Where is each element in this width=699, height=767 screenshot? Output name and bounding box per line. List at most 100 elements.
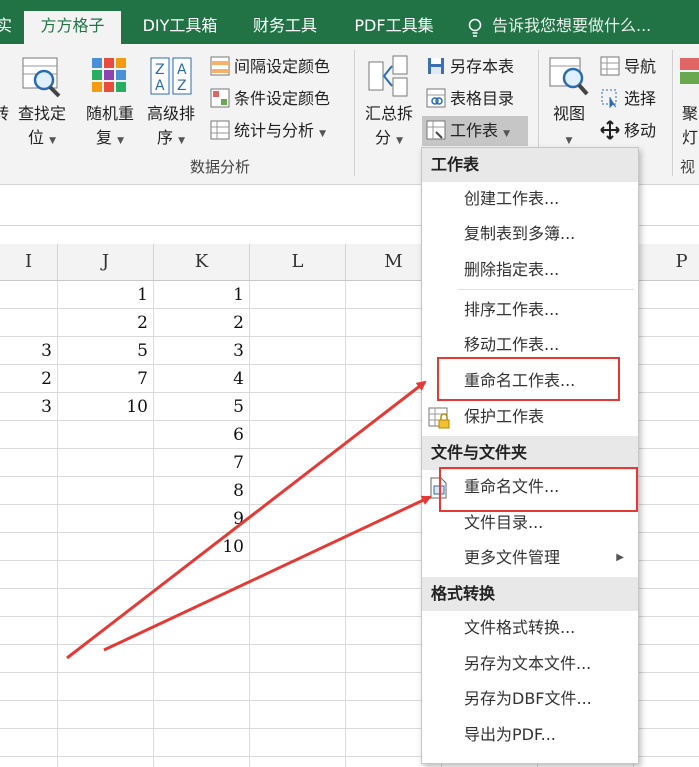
summary-split-button[interactable]: 汇总拆 分 ▼ <box>358 44 420 154</box>
cell-k4[interactable]: 4 <box>154 365 250 393</box>
advanced-sort-label-1: 高级排 <box>146 104 195 123</box>
random-repeat-label-2: 复 <box>95 128 112 147</box>
tab-fangfang[interactable]: 方方格子 <box>24 11 121 44</box>
cell-k9[interactable]: 9 <box>154 505 250 533</box>
group-separator <box>672 50 673 176</box>
cell-k1[interactable]: 1 <box>154 281 250 309</box>
ribbon-tab-bar: 实 方方格子 DIY工具箱 财务工具 PDF工具集 告诉我您想要做什么... <box>0 0 699 44</box>
tab-pdf-tools[interactable]: PDF工具集 <box>340 11 448 44</box>
tab-partial-left[interactable]: 实 <box>0 11 16 44</box>
menu-item-save-as-dbf[interactable]: 另存为DBF文件... <box>422 682 638 716</box>
protect-sheets-label: 保护工作表 <box>464 407 545 426</box>
menu-item-protect-sheets[interactable]: 保护工作表 <box>422 400 638 434</box>
group-label-partial-right: 视 <box>680 158 696 176</box>
tab-diy-toolbox[interactable]: DIY工具箱 <box>128 11 232 44</box>
cell-k6[interactable]: 6 <box>154 421 250 449</box>
cell-k10[interactable]: 10 <box>154 533 250 561</box>
advanced-sort-button[interactable]: Z A A Z 高级排 序 ▼ <box>140 44 202 154</box>
interval-color-icon <box>210 56 230 76</box>
submenu-arrow-icon: ▶ <box>616 552 624 563</box>
find-locate-button[interactable]: 查找定 位 ▼ <box>12 44 72 154</box>
menu-item-more-file-mgmt[interactable]: 更多文件管理 ▶ <box>422 541 638 575</box>
worksheet-dropdown-menu: 工作表 创建工作表... 复制表到多簿... 删除指定表... 排序工作表...… <box>421 147 639 764</box>
interval-color-button[interactable]: 间隔设定颜色 <box>210 54 330 80</box>
cell-j3[interactable]: 5 <box>58 337 154 365</box>
caret-down-icon: ▼ <box>396 136 404 146</box>
move-arrows-icon <box>600 120 620 140</box>
group-separator <box>354 50 355 176</box>
navigation-icon <box>600 56 620 76</box>
column-header-k[interactable]: K <box>154 244 250 280</box>
cell-j2[interactable]: 2 <box>58 309 154 337</box>
navigation-label: 导航 <box>624 57 657 76</box>
cell-j5[interactable]: 10 <box>58 393 154 421</box>
cell-j1[interactable]: 1 <box>58 281 154 309</box>
menu-item-save-as-text[interactable]: 另存为文本文件... <box>422 647 638 681</box>
find-locate-label-2: 位 <box>27 128 44 147</box>
cell-i3[interactable]: 2 <box>0 365 58 393</box>
column-header-l[interactable]: L <box>250 244 346 280</box>
cell-k7[interactable]: 7 <box>154 449 250 477</box>
save-sheet-label: 另存本表 <box>450 57 515 76</box>
summary-split-label-2: 分 <box>374 128 391 147</box>
menu-section-files: 文件与文件夹 <box>422 436 638 470</box>
column-header-j[interactable]: J <box>58 244 154 280</box>
protect-sheet-icon <box>428 407 450 429</box>
caret-down-icon: ▼ <box>117 136 125 146</box>
cell-i4[interactable]: 3 <box>0 393 58 421</box>
cell-j4[interactable]: 7 <box>58 365 154 393</box>
condition-color-icon <box>210 88 230 108</box>
color-blocks-icon <box>92 58 126 92</box>
advanced-sort-label-2: 序 <box>156 128 173 147</box>
menu-item-delete-sheets[interactable]: 删除指定表... <box>422 253 638 287</box>
table-directory-label: 表格目录 <box>450 89 515 108</box>
magnifier-table-icon <box>22 57 61 98</box>
summary-split-label-1: 汇总拆 <box>364 104 413 123</box>
table-link-icon <box>426 88 446 108</box>
summary-split-icon <box>368 55 408 97</box>
menu-item-export-pdf[interactable]: 导出为PDF... <box>422 718 638 752</box>
view-button[interactable]: 视图 ▼ <box>540 44 598 154</box>
move-button[interactable]: 移动 <box>600 118 656 144</box>
random-repeat-button[interactable]: 随机重 复 ▼ <box>80 44 140 154</box>
view-magnifier-icon <box>549 57 589 96</box>
select-label: 选择 <box>624 89 657 108</box>
menu-item-sort-sheets[interactable]: 排序工作表... <box>422 293 638 327</box>
table-directory-button[interactable]: 表格目录 <box>426 86 514 112</box>
menu-item-copy-to-books[interactable]: 复制表到多簿... <box>422 217 638 251</box>
caret-down-icon: ▼ <box>565 136 573 146</box>
caret-down-icon: ▼ <box>49 136 57 146</box>
tell-me-search[interactable]: 告诉我您想要做什么... <box>492 11 672 44</box>
partial-right-button[interactable]: 聚 灯 <box>676 44 699 154</box>
menu-section-convert: 格式转换 <box>422 577 638 611</box>
cell-k5[interactable]: 5 <box>154 393 250 421</box>
lightbulb-icon <box>468 18 482 37</box>
worksheet-label: 工作表 <box>450 121 499 140</box>
menu-item-create-sheet[interactable]: 创建工作表... <box>422 182 638 216</box>
tab-finance-tools[interactable]: 财务工具 <box>240 11 330 44</box>
condition-color-button[interactable]: 条件设定颜色 <box>210 86 330 112</box>
cell-k2[interactable]: 2 <box>154 309 250 337</box>
save-sheet-button[interactable]: 另存本表 <box>426 54 514 80</box>
column-header-p[interactable]: P <box>634 244 699 280</box>
sort-az-icon: Z A A Z <box>150 57 192 95</box>
grid-line <box>345 281 346 767</box>
menu-separator <box>458 289 634 290</box>
random-repeat-label-1: 随机重 <box>85 104 134 123</box>
save-disk-icon <box>428 58 444 74</box>
navigation-button[interactable]: 导航 <box>600 54 656 80</box>
cell-k3[interactable]: 3 <box>154 337 250 365</box>
interval-color-label: 间隔设定颜色 <box>234 57 331 76</box>
worksheet-dropdown-button[interactable]: 工作表 ▼ <box>422 116 528 146</box>
view-label: 视图 <box>552 104 585 123</box>
caret-down-icon: ▼ <box>503 129 511 139</box>
select-button[interactable]: 选择 <box>600 86 656 112</box>
column-header-i[interactable]: I <box>0 244 58 280</box>
stats-analysis-button[interactable]: 统计与分析 ▼ <box>210 118 326 144</box>
worksheet-icon <box>426 120 446 140</box>
find-locate-label-1: 查找定 <box>17 104 66 123</box>
cell-i2[interactable]: 3 <box>0 337 58 365</box>
menu-item-file-format-convert[interactable]: 文件格式转换... <box>422 611 638 645</box>
stats-table-icon <box>210 120 230 140</box>
cell-k8[interactable]: 8 <box>154 477 250 505</box>
